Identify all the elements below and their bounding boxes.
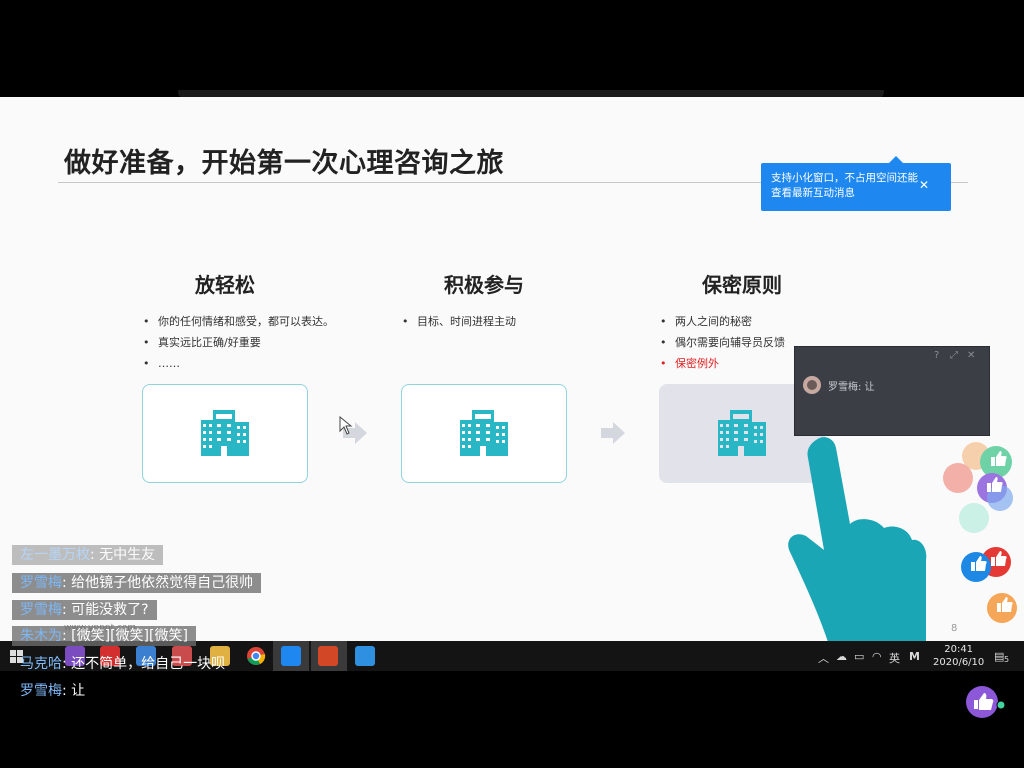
chat-username: 朱木为 (20, 628, 62, 644)
mini-message-window[interactable]: ? ⤢ ✕ 罗雪梅: 让 (794, 346, 990, 436)
floating-like-reactions (943, 442, 1017, 623)
clock-time: 20:41 (944, 644, 974, 655)
chat-text: : 让 (62, 683, 86, 699)
building-card (401, 384, 567, 483)
like-button[interactable] (966, 686, 1008, 718)
expand-icon[interactable]: ⤢ (950, 350, 958, 361)
chat-username: 罗雪梅 (20, 683, 62, 699)
chat-message: 左一墨万枚: 无中生友 (12, 545, 164, 565)
clock-date: 2020/6/10 (933, 657, 985, 668)
column-participate: 积极参与 目标、时间进程主动 (401, 269, 641, 335)
chat-message: 马克哈: 还不简单，给自己一块呗 (12, 654, 233, 674)
chat-message: 罗雪梅: 让 (12, 681, 93, 701)
system-clock[interactable]: 20:41 2020/6/10 (933, 643, 984, 669)
column-heading: 保密原则 (702, 273, 782, 297)
chat-message: 罗雪梅: 给他镜子他依然觉得自己很帅 (12, 573, 262, 593)
help-icon[interactable]: ? (934, 350, 939, 361)
minimize-tip-popup: 支持小化窗口，不占用空间还能查看最新互动消息 ✕ (761, 156, 951, 211)
chat-text: : 无中生友 (90, 547, 156, 563)
chat-message: 朱木为: [微笑][微笑][微笑] (12, 626, 196, 646)
building-card (142, 384, 308, 483)
chat-text: : 还不简单，给自己一块呗 (62, 656, 226, 672)
input-mode-indicator[interactable]: M (909, 650, 920, 663)
tray-chevron-up-icon[interactable]: ︿ (818, 650, 829, 666)
notification-count: 5 (1004, 655, 1010, 664)
chat-username: 左一墨万枚 (20, 547, 90, 563)
bullet-item: 真实远比正确/好重要 (142, 335, 382, 356)
bullet-item: 两人之间的秘密 (659, 314, 899, 335)
tip-close-icon[interactable]: ✕ (919, 178, 929, 193)
chat-username: 罗雪梅 (20, 602, 62, 618)
screen: 做好准备，开始第一次心理咨询之旅 支持小化窗口，不占用空间还能查看最新互动消息 … (0, 0, 1024, 768)
slide-title: 做好准备，开始第一次心理咨询之旅 (64, 148, 504, 179)
chat-text: : [微笑][微笑][微笑] (62, 628, 188, 644)
chat-text: : 可能没救了? (62, 602, 149, 618)
cloud-icon[interactable]: ☁ (836, 650, 847, 663)
chrome-icon[interactable] (246, 646, 266, 666)
ime-indicator[interactable]: 英 (889, 650, 900, 666)
chat-text: : 给他镜子他依然觉得自己很帅 (62, 575, 254, 591)
close-icon[interactable]: ✕ (967, 350, 975, 361)
app-icon[interactable] (355, 646, 375, 666)
battery-icon[interactable]: ▭ (854, 650, 864, 663)
building-icon (718, 410, 766, 456)
bullet-item: 你的任何情绪和感受，都可以表达。 (142, 314, 382, 335)
chat-username: 罗雪梅 (20, 575, 62, 591)
column-relax: 放轻松 你的任何情绪和感受，都可以表达。 真实远比正确/好重要 …… (142, 269, 382, 377)
column-heading: 积极参与 (444, 273, 524, 297)
tip-text: 支持小化窗口，不占用空间还能查看最新互动消息 (771, 172, 918, 199)
chat-message: 罗雪梅: 可能没救了? (12, 600, 157, 620)
bullet-list: 目标、时间进程主动 (401, 314, 641, 335)
wifi-icon[interactable]: ◠ (872, 650, 882, 663)
notification-icon[interactable]: ▤ (994, 650, 1004, 663)
arrow-right-icon (601, 422, 625, 444)
column-heading: 放轻松 (195, 273, 255, 297)
powerpoint-icon[interactable] (318, 646, 338, 666)
bullet-list: 你的任何情绪和感受，都可以表达。 真实远比正确/好重要 …… (142, 314, 382, 377)
bullet-item: …… (142, 356, 382, 377)
building-icon (460, 410, 508, 456)
building-icon (201, 410, 249, 456)
avatar (803, 376, 821, 394)
bullet-item: 目标、时间进程主动 (401, 314, 641, 335)
classroom-app-icon[interactable] (281, 646, 301, 666)
mouse-cursor-icon (339, 416, 353, 435)
pointing-hand-graphic (788, 437, 927, 641)
mini-message-text: 罗雪梅: 让 (828, 382, 875, 393)
chat-username: 马克哈 (20, 656, 62, 672)
